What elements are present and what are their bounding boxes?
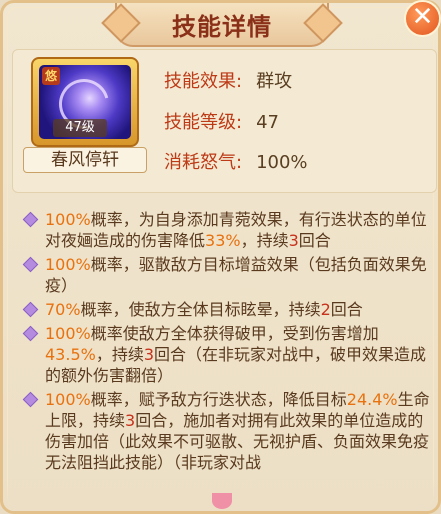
effect-text: 概率使敌方全体获得破甲，受到伤害增加 xyxy=(90,324,379,343)
effect-text: 24.4% xyxy=(346,390,398,409)
effect-item: 70%概率，使敌方全体目标眩晕，持续2回合 xyxy=(19,299,430,320)
effect-text: 概率，赋予敌方行迭状态，降低目标 xyxy=(90,390,347,409)
skill-description[interactable]: 100%概率，为自身添加青菀效果，有行迭状态的单位对夜婳造成的伤害降低33%，持… xyxy=(19,209,430,476)
skill-detail-window: 技能详情 悠 47级 春风停轩 技能效果: 群攻 技能等级: 47 消耗怒气: 100… xyxy=(0,0,441,514)
skill-portrait: 悠 47级 春风停轩 xyxy=(23,55,147,175)
effect-text: 43.5% xyxy=(45,345,96,364)
effect-text: ，持续 xyxy=(95,345,144,364)
skill-rage-value: 100% xyxy=(256,152,308,173)
diamond-bullet-icon xyxy=(22,325,39,342)
skill-level-value: 47 xyxy=(256,112,279,133)
heart-ornament-icon xyxy=(205,491,239,511)
effect-text: 33% xyxy=(205,231,241,250)
diamond-bullet-icon xyxy=(22,256,39,273)
effect-text: 3 xyxy=(143,345,155,364)
effect-text: 100% xyxy=(45,255,91,274)
skill-level-badge: 47级 xyxy=(53,119,107,137)
effect-text: 100% xyxy=(45,390,91,409)
skill-level-label: 技能等级: xyxy=(164,112,243,133)
effect-text: 回合 xyxy=(298,231,331,250)
effect-item: 100%概率，驱散敌方目标增益效果（包括负面效果免疫） xyxy=(19,254,430,296)
skill-rage-label: 消耗怒气: xyxy=(164,152,243,173)
effect-text: 70% xyxy=(45,300,81,319)
skill-rage-row: 消耗怒气: 100% xyxy=(164,148,308,174)
diamond-bullet-icon xyxy=(22,391,39,408)
skill-tag: 悠 xyxy=(42,67,60,85)
skill-effect-row: 技能效果: 群攻 xyxy=(164,67,292,93)
effect-text: 3 xyxy=(125,411,136,430)
diamond-bullet-icon xyxy=(22,301,39,318)
effect-item: 100%概率，为自身添加青菀效果，有行迭状态的单位对夜婳造成的伤害降低33%，持… xyxy=(19,209,430,251)
effect-text: 3 xyxy=(288,231,299,250)
close-button[interactable]: ✕ xyxy=(404,0,441,37)
effect-text: 回合 xyxy=(330,300,363,319)
effect-text: 2 xyxy=(320,300,331,319)
skill-level-row: 技能等级: 47 xyxy=(164,108,279,134)
effect-text: 概率，使敌方全体目标眩晕，持续 xyxy=(80,300,321,319)
window-title: 技能详情 xyxy=(172,13,272,41)
effect-text: 100% xyxy=(45,210,91,229)
effect-text: 100% xyxy=(45,324,91,343)
skill-effect-value: 群攻 xyxy=(256,71,293,92)
effect-text: 概率，驱散敌方目标增益效果（包括负面效果免疫） xyxy=(45,255,427,295)
title-banner: 技能详情 xyxy=(101,3,343,47)
skill-effect-label: 技能效果: xyxy=(164,71,243,92)
effect-text: ，持续 xyxy=(240,231,289,250)
effect-item: 100%概率，赋予敌方行迭状态，降低目标24.4%生命上限，持续3回合，施加者对… xyxy=(19,389,430,473)
effect-item: 100%概率使敌方全体获得破甲，受到伤害增加43.5%，持续3回合（在非玩家对战… xyxy=(19,323,430,386)
skill-name: 春风停轩 xyxy=(23,147,147,173)
diamond-bullet-icon xyxy=(22,211,39,228)
